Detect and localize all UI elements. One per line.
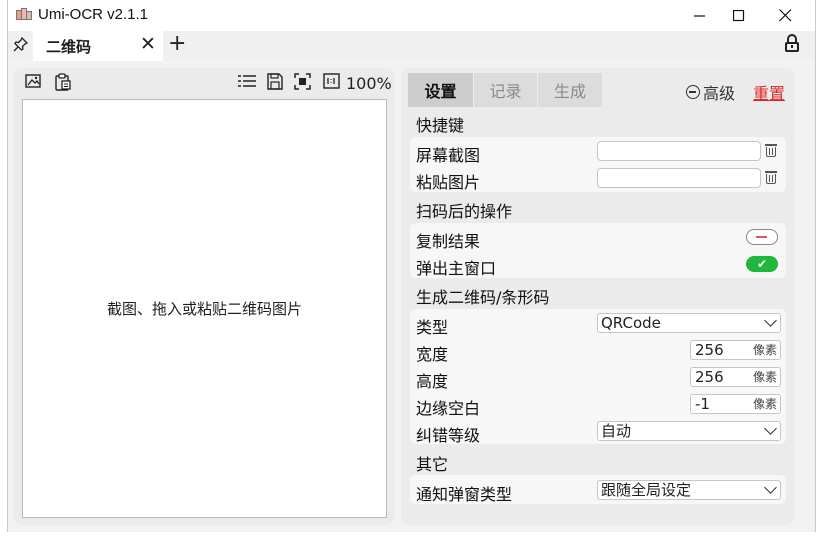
section-title-generate: 生成二维码/条形码: [416, 288, 550, 307]
tab-qrcode-label: 二维码: [46, 38, 92, 56]
popup-window-toggle[interactable]: ✔: [746, 256, 778, 272]
save-icon[interactable]: [267, 73, 283, 94]
tab-history[interactable]: 记录: [474, 73, 537, 107]
margin-label: 边缘空白: [416, 399, 481, 418]
close-icon[interactable]: [762, 0, 808, 31]
unit-label: 像素: [752, 343, 777, 357]
copy-result-toggle[interactable]: [746, 229, 778, 245]
screenshot-hotkey-label: 屏幕截图: [416, 146, 481, 165]
pin-icon[interactable]: [13, 36, 29, 56]
width-label: 宽度: [416, 345, 449, 364]
paste-hotkey-field[interactable]: [597, 168, 761, 188]
margin-value: -1: [695, 395, 710, 413]
list-icon[interactable]: [238, 73, 256, 93]
image-icon[interactable]: [25, 73, 41, 93]
paste-hotkey-label: 粘贴图片: [416, 173, 481, 192]
chevron-down-icon: [764, 422, 777, 435]
height-value: 256: [695, 368, 724, 386]
add-tab-button[interactable]: +: [168, 31, 186, 56]
width-value: 256: [695, 341, 724, 359]
type-label: 类型: [416, 318, 449, 337]
error-correction-value: 自动: [601, 422, 632, 440]
check-icon: ✔: [756, 257, 768, 271]
paste-icon[interactable]: [54, 73, 72, 95]
notify-type-value: 跟随全局设定: [601, 481, 692, 499]
tab-settings[interactable]: 设置: [408, 73, 473, 107]
minus-circle-icon: [686, 85, 700, 99]
tab-generate[interactable]: 生成: [538, 73, 602, 107]
section-title-other: 其它: [416, 455, 449, 474]
unit-label: 像素: [752, 370, 777, 384]
fit-screen-icon[interactable]: [294, 73, 311, 94]
maximize-icon[interactable]: [716, 0, 762, 31]
error-correction-label: 纠错等级: [416, 426, 481, 445]
width-field[interactable]: 256 像素: [690, 340, 781, 360]
image-area-placeholder: 截图、拖入或粘贴二维码图片: [106, 300, 302, 318]
section-title-after-scan: 扫码后的操作: [416, 202, 513, 221]
tab-close-button[interactable]: ✕: [140, 33, 156, 55]
copy-result-label: 复制结果: [416, 232, 481, 251]
trash-icon[interactable]: [764, 143, 778, 158]
notify-type-select[interactable]: 跟随全局设定: [597, 480, 781, 500]
type-select-value: QRCode: [601, 314, 661, 332]
error-correction-select[interactable]: 自动: [597, 421, 781, 441]
type-select[interactable]: QRCode: [597, 313, 781, 333]
image-drop-area[interactable]: 截图、拖入或粘贴二维码图片: [22, 99, 387, 518]
actual-size-icon[interactable]: [323, 73, 340, 93]
height-field[interactable]: 256 像素: [690, 367, 781, 387]
app-icon: [16, 8, 32, 22]
height-label: 高度: [416, 372, 449, 391]
chevron-down-icon: [764, 481, 777, 494]
window-title: Umi-OCR v2.1.1: [38, 6, 149, 23]
lock-icon[interactable]: [785, 34, 799, 52]
reset-button[interactable]: 重置: [753, 80, 785, 104]
screenshot-hotkey-field[interactable]: [597, 141, 761, 161]
section-title-hotkeys: 快捷键: [416, 116, 465, 135]
zoom-level[interactable]: 100%: [346, 74, 392, 93]
chevron-down-icon: [764, 314, 777, 327]
advanced-button[interactable]: 高级: [686, 80, 735, 104]
trash-icon[interactable]: [764, 170, 778, 185]
popup-window-label: 弹出主窗口: [416, 259, 497, 278]
advanced-label: 高级: [703, 84, 736, 103]
margin-field[interactable]: -1 像素: [690, 394, 781, 414]
notify-type-label: 通知弹窗类型: [416, 485, 513, 504]
unit-label: 像素: [752, 397, 777, 411]
